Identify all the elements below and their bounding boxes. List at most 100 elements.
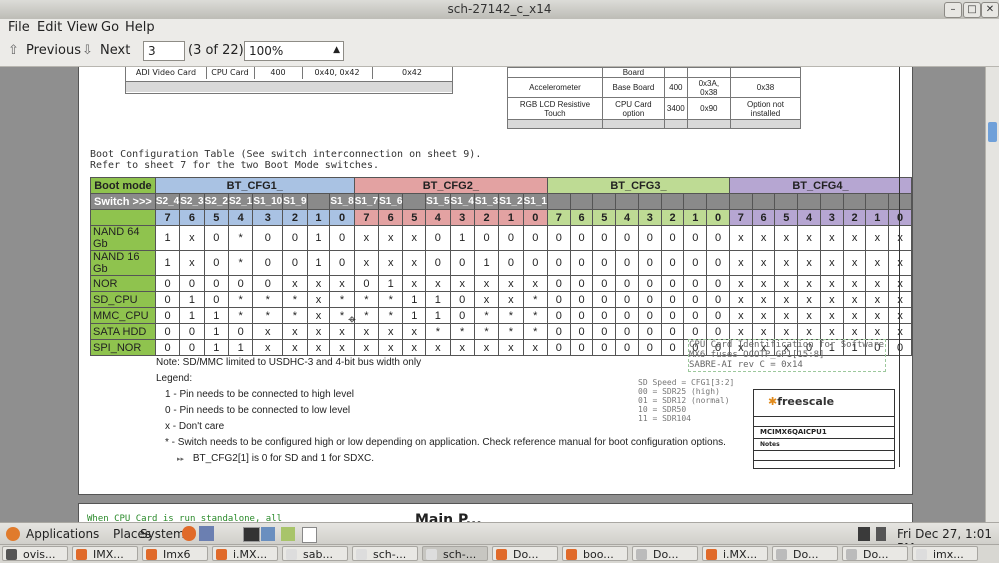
system-menu[interactable]: System <box>140 527 185 541</box>
value-cell: x <box>842 291 867 308</box>
firefox-launcher-icon[interactable] <box>182 526 196 541</box>
taskbar-window-button[interactable]: Do... <box>492 546 558 561</box>
value-cell: 0 <box>546 339 571 356</box>
bit-cell: 1 <box>306 209 331 226</box>
dropdown-arrow-icon: ▲ <box>333 45 340 55</box>
maximize-button[interactable]: □ <box>963 2 981 18</box>
cell: 0x90 <box>686 97 731 120</box>
value-cell: * <box>449 323 475 340</box>
zoom-select[interactable]: 100% ▲ <box>244 41 344 61</box>
value-cell: x <box>774 291 799 308</box>
taskbar-window-button[interactable]: ovis... <box>2 546 68 561</box>
window-label: Do... <box>863 548 889 561</box>
window-label: i.MX... <box>233 548 268 561</box>
vertical-scrollbar[interactable] <box>985 67 999 522</box>
launcher-icon[interactable] <box>281 527 295 541</box>
sd-speed-line: 11 = SDR104 <box>638 414 691 423</box>
value-cell: x <box>282 275 308 292</box>
minimize-button[interactable]: – <box>944 2 962 18</box>
menu-edit[interactable]: Edit <box>37 20 62 35</box>
value-cell: 0 <box>888 339 912 356</box>
value-cell: 1 <box>473 250 500 276</box>
taskbar-window-button[interactable]: Do... <box>632 546 698 561</box>
cell: 0x3A, 0x38 <box>686 77 731 98</box>
value-cell: 0 <box>154 307 181 324</box>
switch-cell: S1_9 <box>282 193 308 210</box>
applications-menu[interactable]: Applications <box>26 527 99 541</box>
value-cell: x <box>865 250 890 276</box>
taskbar-window-button[interactable]: i.MX... <box>702 546 768 561</box>
value-cell: x <box>842 323 867 340</box>
value-cell: * <box>425 323 451 340</box>
value-cell: 0 <box>252 225 284 251</box>
window-icon <box>846 549 857 560</box>
value-cell: 0 <box>425 225 451 251</box>
bit-cell: 4 <box>425 209 451 226</box>
cell <box>507 67 603 78</box>
scrollbar-thumb[interactable] <box>988 122 997 142</box>
sd-speed-line: 00 = SDR25 (high) <box>638 387 720 396</box>
text-editor-icon[interactable] <box>302 527 317 543</box>
value-cell: 1 <box>154 225 181 251</box>
value-cell: 0 <box>203 275 229 292</box>
window-icon <box>426 549 437 560</box>
network-icon[interactable] <box>858 527 870 541</box>
boot-mode-cell: SATA HDD <box>90 323 156 340</box>
taskbar-window-button[interactable]: IMX... <box>72 546 138 561</box>
window-label: Imx6 <box>163 548 191 561</box>
taskbar-window-button[interactable]: Do... <box>842 546 908 561</box>
value-cell: * <box>498 323 524 340</box>
value-cell: x <box>728 307 753 324</box>
value-cell: 0 <box>252 250 284 276</box>
value-cell: * <box>522 307 548 324</box>
terminal-launcher-icon[interactable] <box>243 527 260 542</box>
menu-view[interactable]: View <box>67 20 98 35</box>
previous-button[interactable]: ⇧ Previous <box>8 41 81 61</box>
page-number-input[interactable]: 3 <box>143 41 185 61</box>
taskbar-window-button[interactable]: boo... <box>562 546 628 561</box>
taskbar-window-button[interactable]: Do... <box>772 546 838 561</box>
taskbar-window-button[interactable]: sch-... <box>352 546 418 561</box>
cell: Board <box>601 67 665 78</box>
sd-speed-line: SD Speed = CFG1[3:2] <box>638 378 735 387</box>
switch-cell: S2_1 <box>227 193 254 210</box>
switch-cell <box>842 193 867 210</box>
border-line <box>899 67 900 467</box>
window-label: sch-... <box>443 548 477 561</box>
battery-icon[interactable] <box>876 527 886 541</box>
i2c-address: 0x40, 0x42 <box>302 67 373 79</box>
menu-file[interactable]: File <box>8 20 30 35</box>
value-cell: x <box>378 225 404 251</box>
value-cell: 0 <box>706 250 730 276</box>
switch-cell: S1_8 <box>329 193 355 210</box>
taskbar-window-button[interactable]: imx... <box>912 546 978 561</box>
cell: Option not installed <box>729 97 802 120</box>
taskbar-window-button[interactable]: sab... <box>282 546 348 561</box>
bit-cell: 5 <box>774 209 799 226</box>
window-label: boo... <box>583 548 614 561</box>
taskbar-window-button[interactable]: Imx6 <box>142 546 208 561</box>
value-cell: x <box>522 339 548 356</box>
taskbar-window-button[interactable]: i.MX... <box>212 546 278 561</box>
app-launcher-icon[interactable] <box>199 526 214 541</box>
window-label: sch-... <box>373 548 407 561</box>
document-viewport[interactable]: ADI Video Card CPU Card 400 0x40, 0x42 0… <box>0 67 985 522</box>
menu-help[interactable]: Help <box>125 20 155 35</box>
taskbar-window-button[interactable]: sch-... <box>422 546 488 561</box>
bit-header-blank <box>90 209 156 226</box>
value-cell: 0 <box>569 307 594 324</box>
boot-mode-cell: MMC_CPU <box>90 307 156 324</box>
value-cell: 0 <box>569 250 594 276</box>
bit-cell: 4 <box>227 209 254 226</box>
bit-cell: 4 <box>615 209 639 226</box>
value-cell: 0 <box>353 275 380 292</box>
switch-cell <box>888 193 912 210</box>
menu-go[interactable]: Go <box>101 20 119 35</box>
value-cell: 0 <box>706 291 730 308</box>
value-cell: 0 <box>252 275 284 292</box>
value-cell: 0 <box>592 307 617 324</box>
close-button[interactable]: ✕ <box>981 2 999 18</box>
system-monitor-icon[interactable] <box>261 527 275 541</box>
value-cell: x <box>774 275 799 292</box>
next-button[interactable]: ⇩ Next <box>82 41 130 61</box>
